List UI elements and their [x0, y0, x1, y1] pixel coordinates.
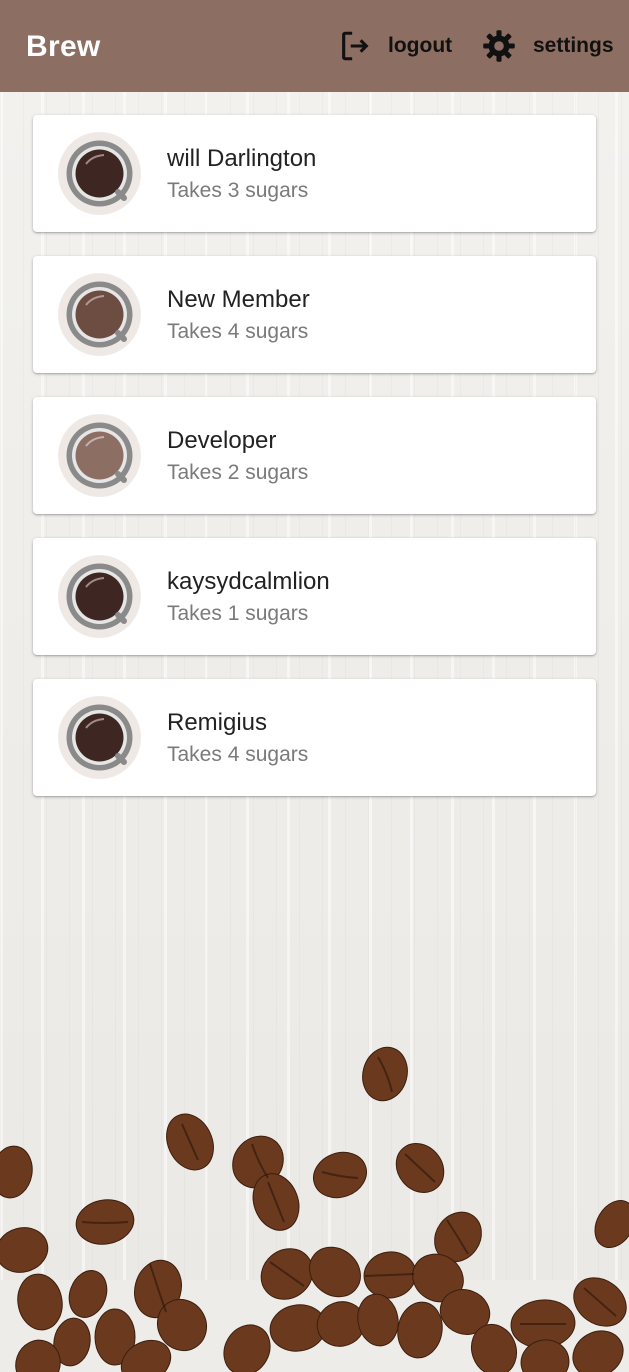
member-name: New Member — [167, 286, 310, 313]
gear-icon — [481, 28, 517, 64]
member-list: will Darlington Takes 3 sugars New Membe… — [33, 115, 596, 820]
member-sugars: Takes 4 sugars — [167, 320, 309, 343]
app-title: Brew — [26, 30, 101, 63]
member-sugars: Takes 1 sugars — [167, 602, 309, 625]
coffee-cup-icon — [58, 696, 141, 779]
coffee-cup-icon — [58, 414, 141, 497]
member-name: Remigius — [167, 709, 268, 736]
list-item[interactable]: kaysydcalmlion Takes 1 sugars — [33, 538, 596, 655]
logout-button[interactable]: logout — [338, 22, 452, 70]
coffee-cup-icon — [58, 273, 141, 356]
list-item[interactable]: Developer Takes 2 sugars — [33, 397, 596, 514]
member-name: will Darlington — [167, 145, 317, 172]
settings-label: settings — [533, 34, 614, 57]
member-sugars: Takes 4 sugars — [167, 743, 309, 766]
member-sugars: Takes 2 sugars — [167, 461, 309, 484]
list-item[interactable]: will Darlington Takes 3 sugars — [33, 115, 596, 232]
settings-button[interactable]: settings — [481, 22, 614, 70]
list-item[interactable]: Remigius Takes 4 sugars — [33, 679, 596, 796]
member-sugars: Takes 3 sugars — [167, 179, 309, 202]
member-name: Developer — [167, 427, 277, 454]
coffee-cup-icon — [58, 132, 141, 215]
logout-icon — [338, 29, 372, 63]
logout-label: logout — [388, 34, 453, 57]
list-item[interactable]: New Member Takes 4 sugars — [33, 256, 596, 373]
coffee-beans-image — [0, 1046, 629, 1372]
coffee-cup-icon — [58, 555, 141, 638]
member-name: kaysydcalmlion — [167, 568, 330, 595]
app-bar: Brew logout settings — [0, 0, 629, 92]
